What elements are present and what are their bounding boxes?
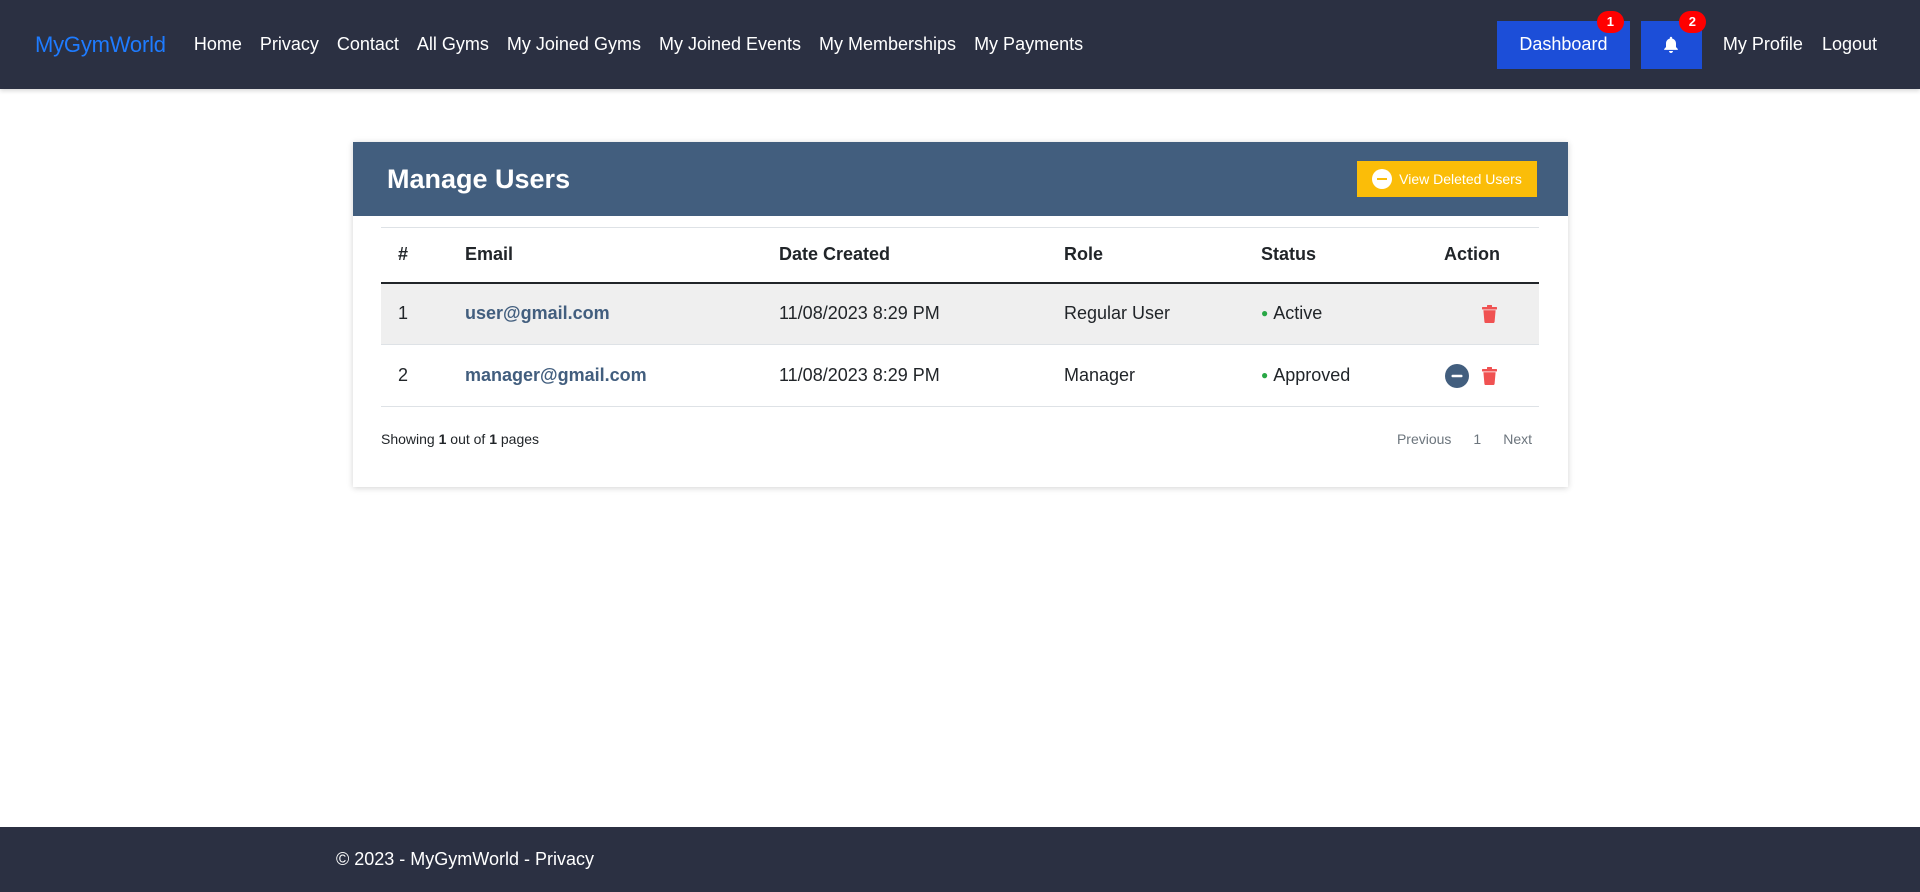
nav-link-contact[interactable]: Contact (337, 34, 399, 55)
row-actions (1427, 282, 1539, 345)
showing-middle: out of (450, 431, 486, 447)
row-status: ● Approved (1244, 344, 1427, 407)
nav-link-my-memberships[interactable]: My Memberships (819, 34, 956, 55)
dashboard-label: Dashboard (1519, 34, 1608, 54)
showing-suffix: pages (500, 431, 540, 447)
total-page-count: 1 (489, 431, 497, 447)
bell-icon (1663, 36, 1679, 54)
nav-link-my-joined-events[interactable]: My Joined Events (659, 34, 801, 55)
minus-circle-icon[interactable] (1445, 363, 1469, 388)
header-date-created: Date Created (779, 244, 891, 265)
notifications-badge: 2 (1678, 10, 1706, 33)
showing-prefix: Showing (381, 431, 435, 447)
nav-link-my-joined-gyms[interactable]: My Joined Gyms (507, 34, 641, 55)
footer-copyright: © 2023 - MyGymWorld - (336, 849, 530, 869)
status-dot-icon: ● (1261, 368, 1269, 382)
users-table: # Email Date Created Role Status Action … (381, 227, 1539, 407)
header-number: # (398, 244, 409, 265)
card-footer: Showing 1 out of 1 pages Previous 1 Next (353, 431, 1568, 447)
current-page-count: 1 (438, 431, 447, 447)
nav-link-privacy[interactable]: Privacy (260, 34, 319, 55)
table-header-row: # Email Date Created Role Status Action (381, 227, 1539, 283)
nav-link-my-profile[interactable]: My Profile (1723, 34, 1803, 55)
table-wrapper: # Email Date Created Role Status Action … (353, 216, 1568, 407)
nav-right: Dashboard 1 2 My Profile Logout (1496, 10, 1885, 69)
nav-link-my-payments[interactable]: My Payments (974, 34, 1083, 55)
status-label: Active (1273, 303, 1323, 324)
header-status: Status (1261, 244, 1317, 265)
brand-link[interactable]: MyGymWorld (35, 32, 166, 58)
status-label: Approved (1273, 365, 1351, 385)
table-row: 1 user@gmail.com 11/08/2023 8:29 PM Regu… (381, 282, 1539, 345)
pagination-next[interactable]: Next (1503, 431, 1532, 447)
nav-link-home[interactable]: Home (194, 34, 242, 55)
nav-link-logout[interactable]: Logout (1822, 34, 1877, 55)
row-date-created: 11/08/2023 8:29 PM (762, 344, 1047, 407)
notifications-button[interactable]: 2 (1640, 10, 1706, 69)
minus-circle-icon (1372, 169, 1393, 189)
row-status: ● Active (1244, 282, 1427, 345)
delete-trash-icon[interactable] (1482, 304, 1497, 323)
nav-link-all-gyms[interactable]: All Gyms (417, 34, 489, 55)
page-title: Manage Users (387, 163, 571, 194)
user-email-link[interactable]: manager@gmail.com (465, 365, 647, 385)
top-navbar: MyGymWorld Home Privacy Contact All Gyms… (0, 0, 1920, 89)
row-number: 2 (381, 344, 448, 407)
user-email-link[interactable]: user@gmail.com (465, 303, 610, 323)
row-role: Regular User (1047, 282, 1244, 345)
pagination-page-1[interactable]: 1 (1473, 431, 1481, 447)
card-header: Manage Users View Deleted Users (353, 142, 1568, 216)
status-dot-icon: ● (1261, 306, 1269, 321)
page-footer: © 2023 - MyGymWorld - Privacy (0, 827, 1920, 892)
dashboard-badge: 1 (1596, 10, 1624, 33)
view-deleted-users-label: View Deleted Users (1399, 171, 1522, 187)
row-role: Manager (1047, 344, 1244, 407)
row-number: 1 (381, 282, 448, 345)
nav-links: Home Privacy Contact All Gyms My Joined … (194, 34, 1101, 55)
row-date-created: 11/08/2023 8:29 PM (762, 282, 1047, 345)
footer-privacy-link[interactable]: Privacy (535, 849, 594, 870)
header-role: Role (1064, 244, 1104, 265)
manage-users-card: Manage Users View Deleted Users # Email … (353, 142, 1568, 487)
pagination: Previous 1 Next (1375, 431, 1532, 447)
row-actions (1427, 344, 1539, 407)
delete-trash-icon[interactable] (1482, 366, 1497, 385)
header-email: Email (465, 244, 514, 265)
dashboard-button[interactable]: Dashboard 1 (1496, 10, 1630, 69)
view-deleted-users-button[interactable]: View Deleted Users (1357, 161, 1537, 197)
pagination-summary: Showing 1 out of 1 pages (381, 431, 539, 447)
header-action: Action (1444, 244, 1500, 265)
pagination-previous[interactable]: Previous (1397, 431, 1451, 447)
table-row: 2 manager@gmail.com 11/08/2023 8:29 PM M… (381, 344, 1539, 407)
